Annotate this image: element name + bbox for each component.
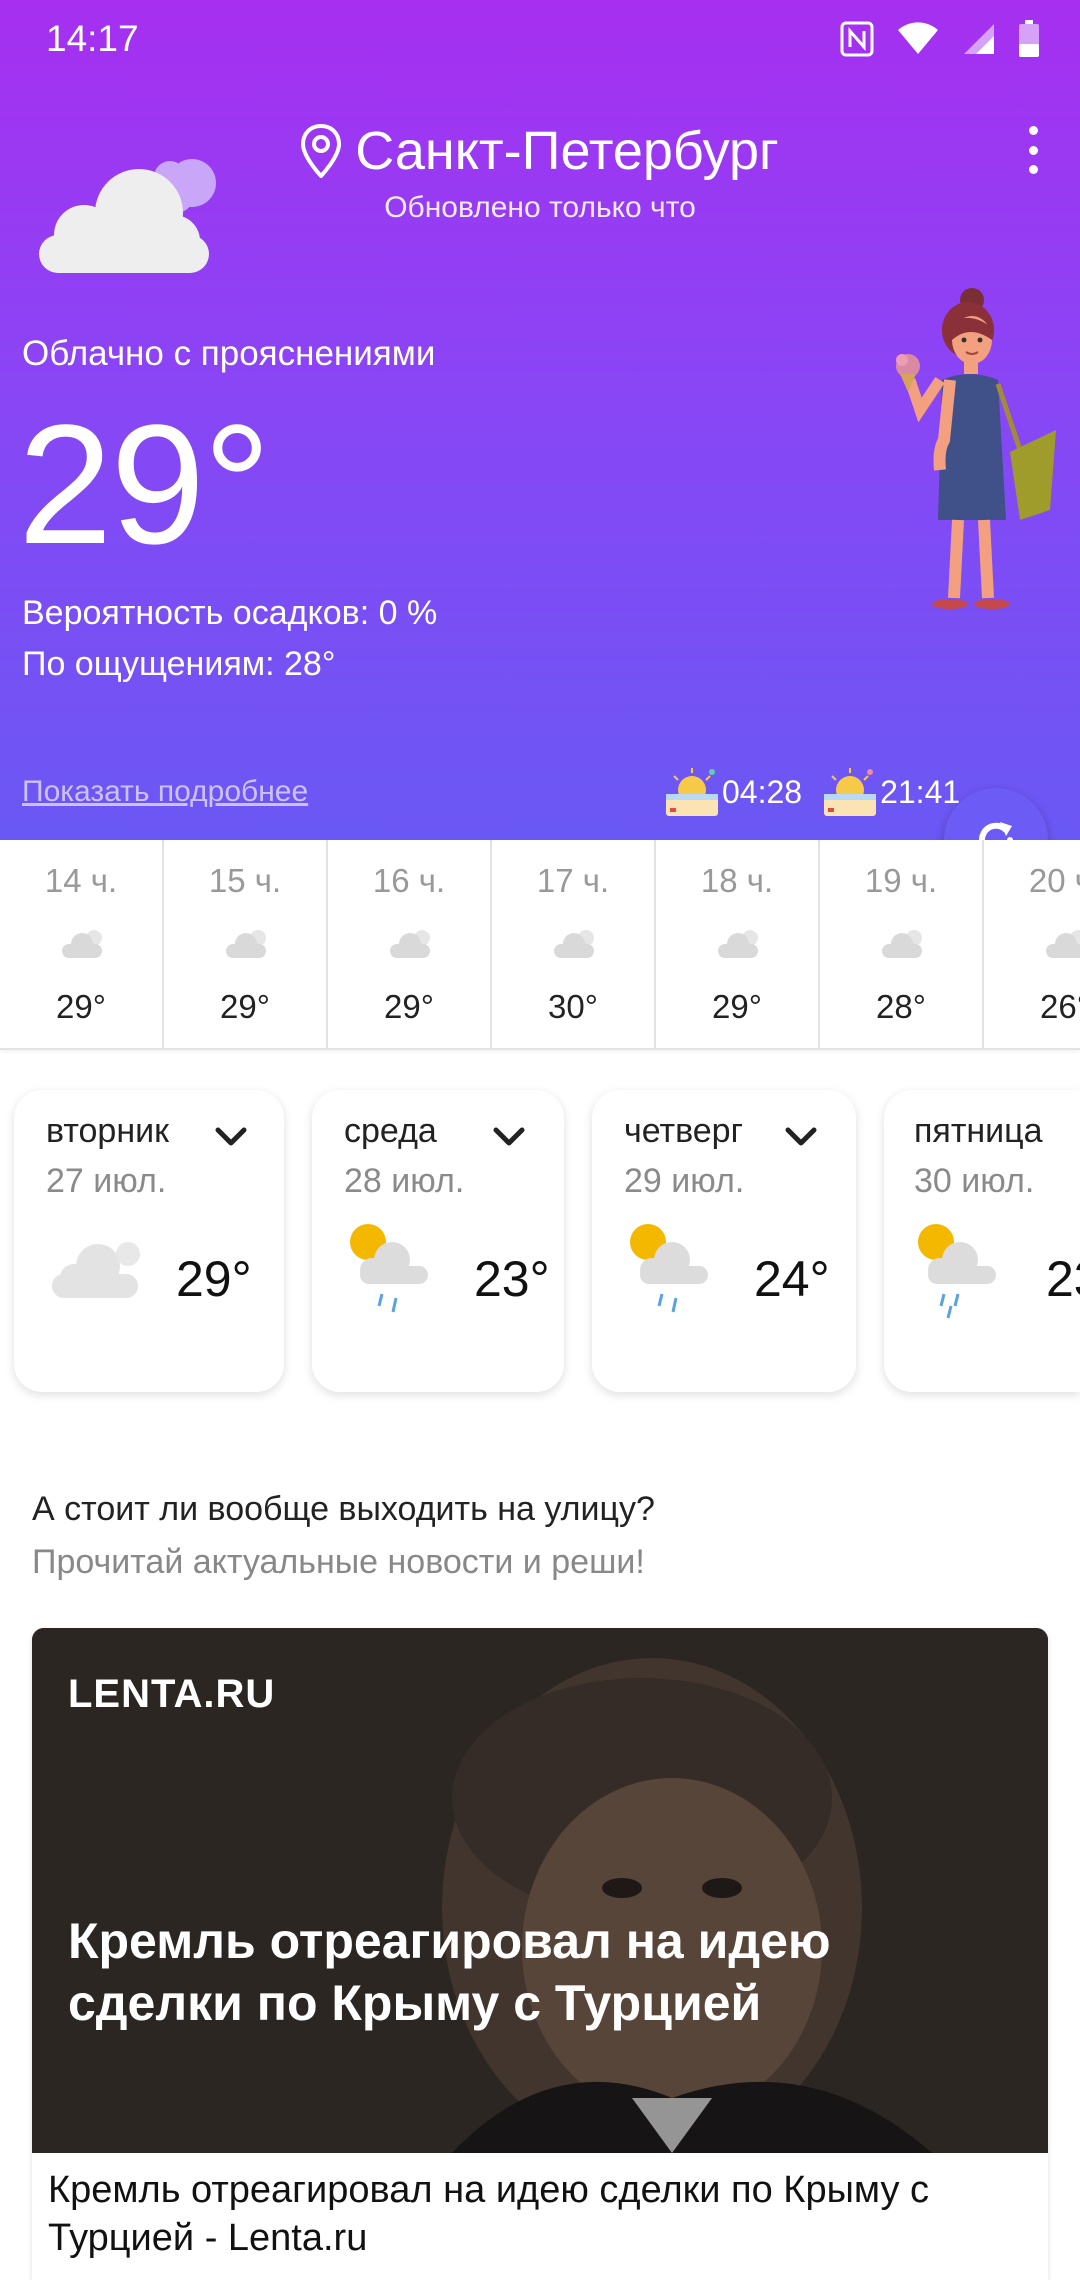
news-headline: Кремль отреагировал на идею сделки по Кр…	[68, 1913, 831, 2031]
sun-rain-icon	[918, 1224, 996, 1319]
hourly-forecast[interactable]: 14 ч. 29° 15 ч. 29° 16 ч. 29° 17 ч. 30° …	[0, 840, 1080, 1050]
day-name: пятница	[914, 1112, 1043, 1150]
day-name: среда	[344, 1112, 437, 1150]
day-temp: 29°	[176, 1251, 252, 1307]
sun-rain-icon	[350, 1224, 428, 1313]
chevron-down-icon[interactable]	[214, 1126, 248, 1148]
hour-temp: 26°	[1040, 988, 1080, 1025]
news-card[interactable]: LENTA.RU Кремль отреагировал на идею сде…	[32, 1628, 1048, 2280]
day-date: 27 июл.	[46, 1162, 167, 1200]
hour-label: 17 ч.	[536, 862, 610, 899]
hour-cell: 14 ч. 29°	[0, 840, 164, 1048]
hour-temp: 29°	[220, 988, 270, 1025]
hour-temp: 30°	[548, 988, 598, 1025]
battery-icon	[1019, 20, 1039, 57]
day-name: четверг	[624, 1112, 743, 1150]
news-image: LENTA.RU Кремль отреагировал на идею сде…	[32, 1628, 1048, 2153]
day-card-friday[interactable]: пятница 30 июл. 23°	[884, 1090, 1080, 1392]
hour-cell: 19 ч. 28°	[820, 840, 984, 1048]
partly-cloudy-icon	[39, 159, 216, 273]
location-pin-icon	[301, 124, 342, 178]
weather-header: 14:17 Санкт-Петербург Обновлено только ч…	[0, 0, 1080, 840]
sunrise-icon	[666, 768, 718, 816]
day-temp: 23°	[1046, 1251, 1080, 1307]
weather-condition: Облачно с прояснениями	[22, 334, 436, 373]
wifi-icon	[898, 22, 938, 54]
news-subtitle: Прочитай актуальные новости и реши!	[32, 1543, 645, 1581]
status-time: 14:17	[46, 18, 139, 59]
city-name[interactable]: Санкт-Петербург	[355, 120, 779, 182]
cloud-icon	[226, 930, 266, 958]
nfc-icon	[840, 21, 874, 57]
show-details-link[interactable]: Показать подробнее	[22, 775, 308, 809]
sunset-time: 21:41	[880, 773, 961, 810]
hour-cell: 20 ч. 26°	[984, 840, 1080, 1048]
status-bar: 14:17	[0, 0, 1080, 80]
sunrise-time: 04:28	[722, 773, 803, 810]
sunset-icon	[824, 768, 877, 816]
hour-temp: 29°	[712, 988, 762, 1025]
girl-illustration	[896, 288, 1056, 609]
news-question: А стоит ли вообще выходить на улицу?	[32, 1490, 655, 1528]
day-name: вторник	[46, 1112, 169, 1150]
news-caption[interactable]: Кремль отреагировал на идею сделки по Кр…	[48, 2166, 1028, 2262]
cloud-icon	[718, 930, 758, 958]
day-date: 28 июл.	[344, 1162, 465, 1200]
sunrise: 04:28	[664, 766, 802, 818]
day-card-tuesday[interactable]: вторник 27 июл. 29°	[14, 1090, 284, 1392]
cloud-icon	[554, 930, 594, 958]
hour-cell: 17 ч. 30°	[492, 840, 656, 1048]
day-card-wednesday[interactable]: среда 28 июл. 23°	[312, 1090, 564, 1392]
day-date: 29 июл.	[624, 1162, 745, 1200]
precipitation-chance: Вероятность осадков: 0 %	[22, 594, 438, 632]
sun-times: 04:28 21:41	[664, 766, 960, 818]
hour-label: 14 ч.	[44, 862, 118, 899]
cloud-icon	[390, 930, 430, 958]
hour-cell: 18 ч. 29°	[656, 840, 820, 1048]
sun-rain-icon	[630, 1224, 708, 1313]
day-temp: 23°	[474, 1251, 550, 1307]
news-source-logo: LENTA.RU	[68, 1672, 276, 1716]
hour-temp: 29°	[384, 988, 434, 1025]
cloud-icon	[882, 930, 922, 958]
hour-cell: 16 ч. 29°	[328, 840, 492, 1048]
hour-temp: 29°	[56, 988, 106, 1025]
hour-label: 19 ч.	[864, 862, 938, 899]
cloud-icon	[62, 930, 102, 958]
cloud-icon	[52, 1242, 140, 1298]
status-icons	[840, 20, 1040, 58]
day-temp: 24°	[754, 1251, 830, 1307]
hour-label: 16 ч.	[372, 862, 446, 899]
sunset: 21:41	[822, 766, 960, 818]
hour-label: 15 ч.	[208, 862, 282, 899]
feels-like: По ощущениям: 28°	[22, 645, 336, 683]
day-card-thursday[interactable]: четверг 29 июл. 24°	[592, 1090, 856, 1392]
signal-icon	[964, 24, 994, 54]
day-date: 30 июл.	[914, 1162, 1035, 1200]
chevron-down-icon[interactable]	[492, 1126, 526, 1148]
cloud-icon	[1046, 930, 1080, 958]
hour-temp: 28°	[876, 988, 926, 1025]
hour-cell: 15 ч. 29°	[164, 840, 328, 1048]
hour-label: 20 ч.	[1028, 862, 1080, 899]
current-temperature: 29°	[18, 390, 271, 580]
overflow-menu-icon[interactable]	[1008, 122, 1058, 178]
hour-label: 18 ч.	[700, 862, 774, 899]
chevron-down-icon[interactable]	[784, 1126, 818, 1148]
